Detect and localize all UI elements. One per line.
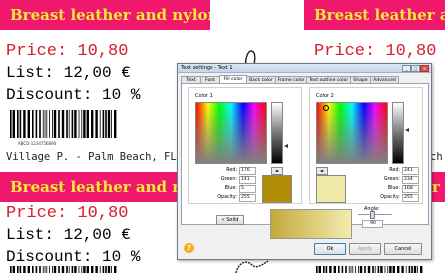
angle-slider[interactable] bbox=[358, 211, 392, 219]
label-title-banner: Breast leather and nylon collar bbox=[304, 0, 445, 30]
color2-swatch bbox=[316, 175, 346, 203]
barcode: ABCD-1234756890 bbox=[10, 110, 120, 146]
barcode-bars bbox=[10, 110, 117, 138]
color2-opacity-label: Opacity: bbox=[380, 195, 400, 200]
price-text: Price: 10,80 bbox=[6, 204, 129, 223]
color1-opacity-label: Opacity: bbox=[217, 195, 237, 200]
maximize-button[interactable]: □ bbox=[411, 65, 420, 72]
color1-group: Color 1 ◂▸ Red: 176 Green: 141 Blue: 5 O… bbox=[188, 87, 302, 204]
price-text: Price: 10,80 bbox=[6, 42, 129, 61]
fill-color-panel: Color 1 ◂▸ Red: 176 Green: 141 Blue: 5 O… bbox=[181, 83, 429, 239]
color1-pick-button[interactable]: ◂▸ bbox=[271, 167, 283, 175]
color2-blue-label: Blue: bbox=[387, 186, 400, 191]
color1-luminance-slider[interactable] bbox=[271, 102, 283, 164]
color2-luminance-slider[interactable] bbox=[392, 102, 404, 164]
list-price-text: List: 12,00 € bbox=[6, 64, 131, 82]
color2-green-field[interactable]: 234 bbox=[402, 176, 419, 184]
text-settings-dialog: Text settings - Text 1 _ □ × Text Font F… bbox=[177, 63, 432, 260]
color1-opacity-field[interactable]: 255 bbox=[239, 194, 256, 202]
color2-red-field[interactable]: 241 bbox=[402, 167, 419, 175]
color1-blue-label: Blue: bbox=[224, 186, 237, 191]
ok-button[interactable]: Ok bbox=[314, 243, 346, 255]
list-price-text: List: 12,00 € bbox=[6, 226, 131, 244]
discount-text: Discount: 10 % bbox=[6, 86, 141, 104]
color2-blue-field[interactable]: 168 bbox=[402, 185, 419, 193]
color2-red-label: Red: bbox=[389, 168, 400, 173]
color2-luminance-arrow[interactable] bbox=[405, 128, 409, 132]
barcode bbox=[316, 263, 426, 273]
gradient-preview bbox=[270, 209, 352, 239]
label-title-partial: r bbox=[432, 178, 440, 196]
angle-slider-thumb[interactable] bbox=[370, 211, 375, 219]
label-title-banner: Breast leather and nylon collar bbox=[0, 0, 210, 30]
color1-spectrum-picker[interactable] bbox=[195, 102, 267, 164]
dialog-titlebar[interactable]: Text settings - Text 1 _ □ × bbox=[178, 64, 431, 73]
apply-button[interactable]: Apply bbox=[349, 243, 381, 255]
barcode-bars bbox=[10, 266, 117, 273]
color2-picker-cursor[interactable] bbox=[323, 105, 329, 111]
store-location-text: Village P. - Palm Beach, FL bbox=[6, 151, 177, 163]
color2-spectrum-picker[interactable] bbox=[316, 102, 388, 164]
barcode-bars bbox=[316, 266, 423, 273]
price-text: Price: 10,80 bbox=[314, 42, 437, 61]
angle-field[interactable]: 90 bbox=[362, 220, 383, 228]
barcode bbox=[10, 263, 120, 273]
close-button[interactable]: × bbox=[420, 65, 429, 72]
color1-red-label: Red: bbox=[226, 168, 237, 173]
minimize-button[interactable]: _ bbox=[402, 65, 411, 72]
dialog-title: Text settings - Text 1 bbox=[181, 65, 233, 71]
color2-title: Color 2 bbox=[316, 93, 334, 99]
color2-opacity-field[interactable]: 255 bbox=[402, 194, 419, 202]
color1-green-field[interactable]: 141 bbox=[239, 176, 256, 184]
cancel-button[interactable]: Cancel bbox=[384, 243, 422, 255]
color1-green-label: Green: bbox=[220, 177, 237, 182]
help-icon[interactable]: ? bbox=[184, 243, 194, 253]
color2-pick-button[interactable]: ◂▸ bbox=[316, 167, 328, 175]
color1-red-field[interactable]: 176 bbox=[239, 167, 256, 175]
barcode-number: ABCD-1234756890 bbox=[18, 141, 57, 146]
color2-green-label: Green: bbox=[383, 177, 400, 182]
solid-button[interactable]: « Solid bbox=[216, 215, 244, 225]
color2-group: Color 2 ◂▸ Red: 241 Green: 234 Blue: 168… bbox=[309, 87, 423, 204]
color1-blue-field[interactable]: 5 bbox=[239, 185, 256, 193]
color1-swatch bbox=[262, 175, 292, 203]
color1-title: Color 1 bbox=[195, 93, 213, 99]
color1-luminance-arrow[interactable] bbox=[284, 144, 288, 148]
